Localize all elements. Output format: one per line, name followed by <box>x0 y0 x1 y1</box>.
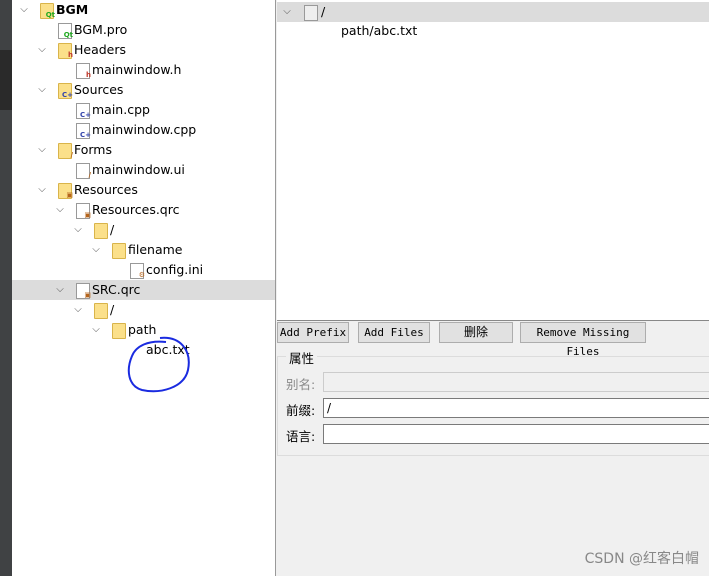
chevron-down-icon[interactable]: ⌵ <box>72 300 84 320</box>
language-input[interactable] <box>323 424 709 444</box>
folder-icon <box>94 223 108 239</box>
tree-item[interactable]: ⌵ h Headers <box>12 40 275 60</box>
tree-item-label: Resources.qrc <box>92 202 180 217</box>
resource-editor-tree[interactable]: ⌵ / path/abc.txt <box>277 0 709 321</box>
tree-item-label: mainwindow.cpp <box>92 122 197 137</box>
file-label: path/abc.txt <box>341 23 418 38</box>
tree-item-label: Resources <box>74 182 138 197</box>
chevron-down-icon[interactable]: ⌵ <box>90 240 102 260</box>
folder-icon <box>94 303 108 319</box>
chevron-down-icon[interactable]: ⌵ <box>72 220 84 240</box>
tree-item[interactable]: ⌵ / Forms <box>12 140 275 160</box>
tree-item[interactable]: ⌵ C+ Sources <box>12 80 275 100</box>
headers-folder-icon: h <box>58 43 73 59</box>
add-prefix-button[interactable]: Add Prefix <box>277 322 349 343</box>
prefix-label: 前缀: <box>286 403 316 418</box>
add-files-button[interactable]: Add Files <box>358 322 430 343</box>
remove-missing-files-button[interactable]: Remove Missing Files <box>520 322 646 358</box>
tree-item-label: config.ini <box>146 262 204 277</box>
forms-folder-icon: / <box>58 143 73 159</box>
tree-item-label: BGM <box>56 2 89 17</box>
hand-drawn-circle-annotation <box>127 336 190 393</box>
chevron-down-icon[interactable]: ⌵ <box>36 80 48 100</box>
prefix-input[interactable]: / <box>323 398 709 418</box>
resources-folder-icon: ▣ <box>58 183 73 199</box>
tree-item[interactable]: ⚙ config.ini <box>12 260 275 280</box>
chevron-down-icon[interactable]: ⌵ <box>36 40 48 60</box>
cpp-file-icon: C+ <box>76 123 91 139</box>
alias-label: 别名: <box>286 377 316 392</box>
alias-input[interactable] <box>323 372 709 392</box>
folder-icon <box>112 243 126 259</box>
tree-item-label: / <box>110 302 115 317</box>
delete-button[interactable]: 删除 <box>439 322 513 343</box>
qrc-file-icon: ▣ <box>76 203 91 219</box>
prefix-row[interactable]: ⌵ / <box>277 2 709 22</box>
cpp-file-icon: C+ <box>76 103 91 119</box>
prefix-label: / <box>321 4 326 19</box>
ui-file-icon: / <box>76 163 91 179</box>
tree-item-label: mainwindow.h <box>92 62 182 77</box>
tree-item[interactable]: Qt BGM.pro <box>12 20 275 40</box>
chevron-down-icon[interactable]: ⌵ <box>90 320 102 340</box>
tree-item-label: SRC.qrc <box>92 282 141 297</box>
ini-file-icon: ⚙ <box>130 263 145 279</box>
tree-item[interactable]: ⌵ filename <box>12 240 275 260</box>
language-label: 语言: <box>286 429 316 444</box>
tree-item[interactable]: ⌵ ▣ Resources.qrc <box>12 200 275 220</box>
project-tree[interactable]: ⌵ Qt BGM Qt BGM.pro ⌵ h Headers h mainwindow.h ⌵ C+… <box>12 0 276 576</box>
properties-title: 属性 <box>286 348 318 367</box>
chevron-down-icon[interactable]: ⌵ <box>18 0 30 20</box>
tree-item-label: BGM.pro <box>74 22 128 37</box>
tree-item-label: Forms <box>74 142 113 157</box>
properties-group: 属性 别名: 前缀: / 语言: <box>277 348 709 456</box>
tree-item-label: main.cpp <box>92 102 150 117</box>
tree-item-label: / <box>110 222 115 237</box>
sidebar-strip-active <box>0 50 12 110</box>
tree-item-label: Sources <box>74 82 124 97</box>
file-row[interactable]: path/abc.txt <box>277 21 709 41</box>
tree-item[interactable]: h mainwindow.h <box>12 60 275 80</box>
tree-item[interactable]: C+ mainwindow.cpp <box>12 120 275 140</box>
chevron-down-icon[interactable]: ⌵ <box>54 200 66 220</box>
tree-item[interactable]: ⌵ / <box>12 300 275 320</box>
tree-item[interactable]: / mainwindow.ui <box>12 160 275 180</box>
tree-item[interactable]: ⌵ ▣ SRC.qrc <box>12 280 275 300</box>
watermark: CSDN @红客白帽 <box>584 551 699 567</box>
tree-item-label: mainwindow.ui <box>92 162 185 177</box>
sources-folder-icon: C+ <box>58 83 73 99</box>
chevron-down-icon[interactable]: ⌵ <box>281 2 293 22</box>
header-file-icon: h <box>76 63 91 79</box>
tree-item-label: Headers <box>74 42 127 57</box>
qrc-file-icon: ▣ <box>76 283 91 299</box>
chevron-down-icon[interactable]: ⌵ <box>36 180 48 200</box>
tree-item[interactable]: ⌵ ▣ Resources <box>12 180 275 200</box>
tree-item[interactable]: C+ main.cpp <box>12 100 275 120</box>
tree-item[interactable]: ⌵ / <box>12 220 275 240</box>
chevron-down-icon[interactable]: ⌵ <box>54 280 66 300</box>
qt-pro-file-icon: Qt <box>58 23 73 39</box>
chevron-down-icon[interactable]: ⌵ <box>36 140 48 160</box>
tree-item[interactable]: ⌵ Qt BGM <box>12 0 275 20</box>
tree-item-label: filename <box>128 242 183 257</box>
qt-project-folder-icon: Qt <box>40 3 55 19</box>
lock-folder-icon <box>304 5 318 21</box>
